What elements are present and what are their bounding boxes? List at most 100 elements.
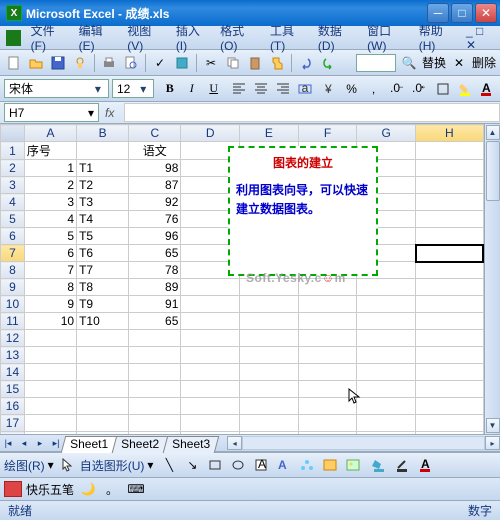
oval-icon[interactable]: [228, 455, 248, 475]
preview-icon[interactable]: [121, 53, 141, 73]
select-icon[interactable]: [57, 455, 77, 475]
align-left-icon[interactable]: [229, 79, 248, 99]
scroll-thumb[interactable]: [486, 141, 500, 201]
tab-next-icon[interactable]: ▸: [32, 435, 48, 451]
delete-button[interactable]: ✕: [449, 53, 469, 73]
row-header[interactable]: 15: [1, 381, 25, 398]
wordart-icon[interactable]: A: [274, 455, 294, 475]
text-box[interactable]: 图表的建立 利用图表向导，可以快速建立数据图表。: [228, 146, 378, 276]
spelling-icon[interactable]: ✓: [150, 53, 170, 73]
ime-keyboard-icon[interactable]: ⌨: [126, 479, 146, 499]
font-combo[interactable]: 宋体▾: [4, 79, 109, 98]
sheet-tab[interactable]: Sheet2: [112, 436, 169, 453]
font-color-icon[interactable]: A: [477, 79, 496, 99]
row-header[interactable]: 12: [1, 330, 25, 347]
arrow-icon[interactable]: ↘: [182, 455, 202, 475]
new-icon[interactable]: [4, 53, 24, 73]
underline-button[interactable]: U: [204, 79, 223, 99]
horizontal-scrollbar[interactable]: ◂ ▸: [227, 436, 500, 450]
scroll-down-icon[interactable]: ▼: [486, 418, 500, 433]
menu-data[interactable]: 数据(D): [312, 20, 361, 55]
row-header[interactable]: 1: [1, 142, 25, 160]
line-color-icon[interactable]: [392, 455, 412, 475]
col-header[interactable]: H: [416, 125, 483, 142]
align-right-icon[interactable]: [273, 79, 292, 99]
redo-icon[interactable]: [318, 53, 338, 73]
row-header[interactable]: 9: [1, 279, 25, 296]
ime-mode-icon[interactable]: 🌙: [78, 479, 98, 499]
menu-format[interactable]: 格式(O): [214, 20, 264, 55]
col-header[interactable]: D: [181, 125, 240, 142]
permission-icon[interactable]: [70, 53, 90, 73]
research-icon[interactable]: [172, 53, 192, 73]
picture-icon[interactable]: [343, 455, 363, 475]
formula-input[interactable]: [124, 103, 500, 122]
menu-window[interactable]: 窗口(W): [361, 20, 413, 55]
replace-button[interactable]: 🔍: [399, 53, 419, 73]
menu-tools[interactable]: 工具(T): [264, 20, 312, 55]
row-header[interactable]: 17: [1, 415, 25, 432]
row-header[interactable]: 11: [1, 313, 25, 330]
save-icon[interactable]: [48, 53, 68, 73]
comma-icon[interactable]: ,: [364, 79, 383, 99]
open-icon[interactable]: [26, 53, 46, 73]
align-center-icon[interactable]: [251, 79, 270, 99]
undo-icon[interactable]: [296, 53, 316, 73]
scroll-left-icon[interactable]: ◂: [227, 436, 242, 450]
row-header[interactable]: 4: [1, 194, 25, 211]
fill-color-icon[interactable]: [369, 455, 389, 475]
row-header[interactable]: 18: [1, 432, 25, 435]
close-button[interactable]: ✕: [475, 3, 497, 23]
paste-icon[interactable]: [245, 53, 265, 73]
row-header[interactable]: 3: [1, 177, 25, 194]
draw-menu[interactable]: 绘图(R): [4, 457, 45, 474]
row-header[interactable]: 13: [1, 347, 25, 364]
sheet-tab[interactable]: Sheet3: [163, 436, 220, 453]
col-header[interactable]: G: [357, 125, 416, 142]
col-header[interactable]: F: [298, 125, 357, 142]
clipart-icon[interactable]: [320, 455, 340, 475]
bold-button[interactable]: B: [160, 79, 179, 99]
menu-edit[interactable]: 编辑(E): [73, 20, 122, 55]
row-header[interactable]: 7: [1, 245, 25, 262]
col-header[interactable]: E: [240, 125, 299, 142]
menu-file[interactable]: 文件(F): [25, 20, 73, 55]
copy-icon[interactable]: [223, 53, 243, 73]
menu-insert[interactable]: 插入(I): [170, 20, 214, 55]
row-header[interactable]: 10: [1, 296, 25, 313]
diagram-icon[interactable]: [297, 455, 317, 475]
decrease-decimal-icon[interactable]: .0←: [408, 79, 427, 99]
row-header[interactable]: 14: [1, 364, 25, 381]
increase-decimal-icon[interactable]: .0→: [386, 79, 405, 99]
fx-icon[interactable]: fx: [105, 106, 114, 120]
scroll-right-icon[interactable]: ▸: [485, 436, 500, 450]
active-cell[interactable]: [416, 245, 483, 262]
scroll-up-icon[interactable]: ▲: [486, 125, 500, 140]
borders-icon[interactable]: [433, 79, 452, 99]
fill-color-icon[interactable]: [455, 79, 474, 99]
doc-window-controls[interactable]: _ □ ✕: [462, 22, 498, 54]
menu-view[interactable]: 视图(V): [121, 20, 170, 55]
zoom-combo[interactable]: [356, 54, 396, 72]
row-header[interactable]: 2: [1, 160, 25, 177]
tab-prev-icon[interactable]: ◂: [16, 435, 32, 451]
textbox-icon[interactable]: A: [251, 455, 271, 475]
autoshape-menu[interactable]: 自选图形(U): [80, 457, 145, 474]
tab-first-icon[interactable]: |◂: [0, 435, 16, 451]
currency-icon[interactable]: ¥: [320, 79, 339, 99]
col-header[interactable]: B: [77, 125, 129, 142]
cut-icon[interactable]: ✂: [201, 53, 221, 73]
merge-button[interactable]: a: [295, 79, 314, 99]
name-box[interactable]: H7▾: [4, 103, 99, 122]
select-all-corner[interactable]: [1, 125, 25, 142]
row-header[interactable]: 16: [1, 398, 25, 415]
italic-button[interactable]: I: [182, 79, 201, 99]
sheet-tab[interactable]: Sheet1: [61, 436, 118, 453]
font-color-icon[interactable]: A: [415, 455, 435, 475]
ime-icon[interactable]: [4, 481, 22, 497]
col-header[interactable]: C: [129, 125, 181, 142]
rectangle-icon[interactable]: [205, 455, 225, 475]
line-icon[interactable]: ╲: [159, 455, 179, 475]
vertical-scrollbar[interactable]: ▲ ▼: [484, 124, 500, 434]
percent-icon[interactable]: %: [342, 79, 361, 99]
